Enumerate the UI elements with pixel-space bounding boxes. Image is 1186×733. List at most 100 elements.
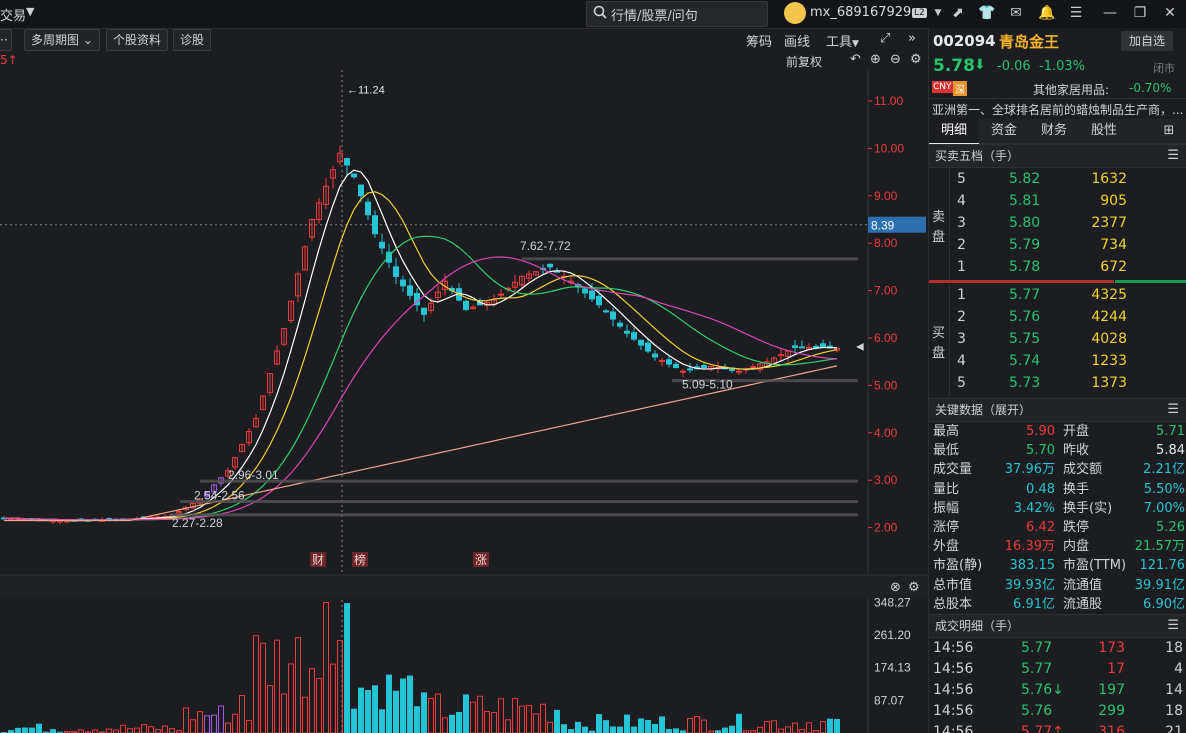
volume-bar (127, 728, 133, 733)
support-band-label: 2.96-3.01 (228, 468, 279, 482)
volume-bar (197, 711, 203, 733)
volume-bar (694, 715, 700, 733)
orderbook-row[interactable]: 4 5.74 1233 (949, 350, 1186, 372)
shirt-icon[interactable]: 👕 (978, 5, 995, 21)
orderbook-row[interactable]: 1 5.78 672 (949, 256, 1186, 278)
volume-bar (428, 698, 434, 733)
keydata-row: 振幅 3.42% 换手(实) 7.00% (929, 499, 1186, 518)
mail-icon[interactable]: ✉ (1008, 5, 1024, 21)
tab-detail[interactable]: 明细 (929, 119, 979, 145)
tab-finance[interactable]: 财务 (1029, 119, 1079, 143)
menu-icon[interactable]: ☰ (1068, 5, 1084, 21)
volume-bar (449, 714, 455, 733)
chips-button[interactable]: 筹码 (746, 31, 772, 50)
keydata-value: 6.91亿 (1013, 596, 1055, 612)
collapse-icon[interactable]: » (908, 31, 916, 46)
sector-name[interactable]: 其他家居用品: (1033, 81, 1109, 98)
volume-bar (302, 696, 308, 733)
orderbook-level: 5 (957, 375, 966, 391)
tab-funds[interactable]: 资金 (979, 119, 1029, 143)
volume-tick-label: 87.07 (874, 693, 904, 707)
zoom-in-icon[interactable]: ⊕ (870, 52, 881, 67)
zoom-out-icon[interactable]: ⊖ (890, 52, 901, 67)
multi-period-button[interactable]: 多周期图 ⌄ (24, 29, 100, 51)
orderbook-volume: 734 (1100, 237, 1127, 253)
orderbook-row[interactable]: 3 5.80 2377 (949, 212, 1186, 234)
volume-bar (183, 707, 189, 733)
volume-bar (764, 721, 770, 733)
search-placeholder: 行情/股票/问句 (611, 9, 698, 24)
volume-bar (701, 719, 707, 733)
share-icon[interactable]: ⬈ (950, 5, 966, 21)
bell-icon[interactable]: 🔔 (1038, 5, 1055, 21)
keydata-value: 5.71 (1156, 424, 1185, 439)
diagnose-button[interactable]: 诊股 (173, 29, 212, 51)
candle-body (666, 359, 672, 365)
orderbook-row[interactable]: 2 5.76 4244 (949, 306, 1186, 328)
volume-bar (204, 715, 210, 733)
orderbook-level: 2 (957, 309, 966, 325)
orderbook-row[interactable]: 5 5.82 1632 (949, 168, 1186, 190)
dropdown-icon[interactable]: ▼ (930, 5, 946, 21)
volume-bar (785, 726, 791, 733)
company-desc[interactable]: 亚洲第一、全球排名居前的蜡烛制品生产商，... (929, 98, 1186, 119)
kline-chart[interactable]: 11.00 10.00 9.00 8.00 7.00 6.00 5.00 4.00 3.00 2.… (0, 70, 928, 733)
menu-icon[interactable]: ☰ (1167, 145, 1179, 167)
stock-info-button[interactable]: 个股资料 (106, 29, 169, 51)
candle-body (750, 365, 756, 368)
trade-price: 5.77 (1021, 661, 1053, 677)
candle-body (547, 263, 553, 268)
tab-stockness[interactable]: 股性 (1079, 119, 1129, 143)
price-tick-label: 7.00 (874, 284, 898, 298)
keydata-label: 跌停 (1063, 520, 1090, 535)
price-tick-label: 6.00 (874, 331, 898, 345)
volume-bar (596, 714, 602, 733)
restore-icon[interactable]: ❐ (1132, 5, 1148, 21)
multi-period-label: 多周期图 (31, 33, 80, 47)
orderbook-row[interactable]: 3 5.75 4028 (949, 328, 1186, 350)
orderbook-row[interactable]: 4 5.81 905 (949, 190, 1186, 212)
price-change: -0.06 (997, 59, 1031, 74)
trade-time: 14:56 (933, 640, 974, 656)
undo-icon[interactable]: ↶ (850, 52, 861, 67)
trade-row: 14:56 5.76 299 18 (929, 701, 1186, 722)
avatar[interactable] (784, 2, 806, 24)
volume-bar (757, 726, 763, 733)
close-icon[interactable]: ✕ (1162, 5, 1178, 21)
search-input[interactable]: 行情/股票/问句 (586, 1, 768, 27)
chevron-down-icon[interactable]: ▼ (26, 5, 34, 18)
trade-count: 4 (1174, 661, 1183, 677)
volume-bar (148, 726, 154, 733)
orderbook-row[interactable]: 1 5.77 4325 (949, 284, 1186, 306)
orderbook-volume: 1373 (1091, 375, 1127, 391)
buy-ratio-bar (1115, 280, 1186, 283)
orderbook-level: 3 (957, 215, 966, 231)
fullscreen-icon[interactable]: ⤢ (880, 31, 890, 46)
settings-icon[interactable]: ⚙ (910, 52, 922, 67)
orderbook-row[interactable]: 5 5.73 1373 (949, 372, 1186, 394)
keydata-label: 成交额 (1063, 462, 1103, 478)
keydata-value: 5.26 (1156, 520, 1185, 535)
volume-bar (351, 708, 357, 733)
adjust-button[interactable]: 前复权 (786, 53, 822, 70)
keydata-title[interactable]: 关键数据（展开） (935, 403, 1031, 417)
menu-icon[interactable]: ☰ (1167, 399, 1179, 421)
minimize-icon[interactable]: — (1102, 5, 1118, 21)
orderbook-volume: 1233 (1091, 353, 1127, 369)
tab-menu-icon[interactable]: ⊞ (1157, 119, 1181, 143)
top-left-label[interactable]: 交易 (0, 5, 26, 24)
orderbook-row[interactable]: 2 5.79 734 (949, 234, 1186, 256)
menu-icon[interactable]: ☰ (1167, 615, 1179, 637)
volume-bar (316, 678, 322, 733)
volume-bar (645, 719, 651, 733)
volume-bar (512, 698, 518, 733)
username[interactable]: mx_689167929 (810, 5, 911, 20)
candle-body (680, 370, 686, 373)
draw-line-button[interactable]: 画线 (784, 31, 810, 50)
orderbook-price: 5.73 (1009, 375, 1041, 391)
volume-bar (736, 713, 742, 733)
tools-button[interactable]: 工具▼ (826, 31, 859, 50)
more-button[interactable]: ·· (0, 29, 12, 51)
orderbook-price: 5.80 (1009, 215, 1041, 231)
add-watch-button[interactable]: 加自选 (1121, 31, 1174, 51)
